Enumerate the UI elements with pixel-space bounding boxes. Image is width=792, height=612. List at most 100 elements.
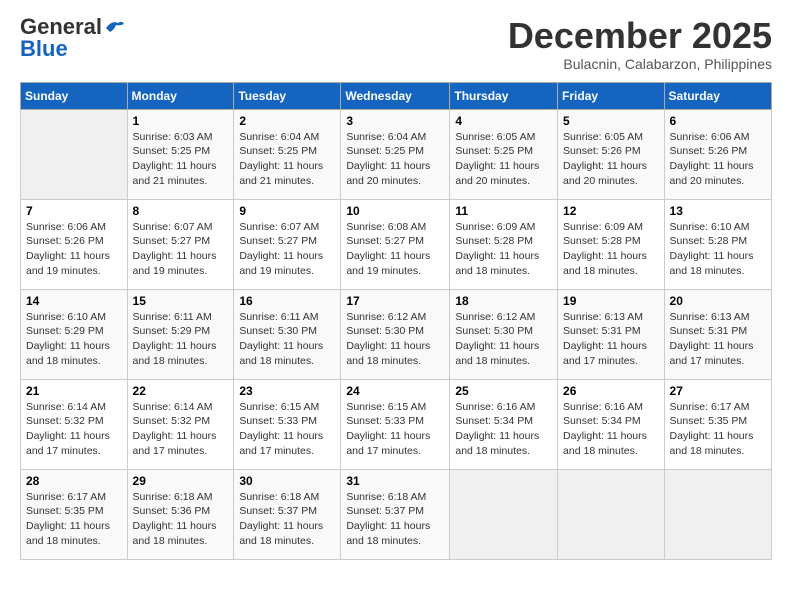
day-info: Sunrise: 6:05 AMSunset: 5:25 PMDaylight:… — [455, 130, 552, 189]
calendar-cell: 5 Sunrise: 6:05 AMSunset: 5:26 PMDaylight… — [558, 109, 665, 199]
day-number: 17 — [346, 294, 444, 308]
day-number: 21 — [26, 384, 122, 398]
day-number: 19 — [563, 294, 659, 308]
calendar-cell: 27 Sunrise: 6:17 AMSunset: 5:35 PMDayligh… — [664, 379, 771, 469]
calendar-cell: 8Sunrise: 6:07 AMSunset: 5:27 PMDaylight… — [127, 199, 234, 289]
day-number: 27 — [670, 384, 766, 398]
calendar-cell: 21 Sunrise: 6:14 AMSunset: 5:32 PMDayligh… — [21, 379, 128, 469]
day-number: 10 — [346, 204, 444, 218]
day-number: 13 — [670, 204, 766, 218]
calendar-cell: 17Sunrise: 6:12 AMSunset: 5:30 PMDayligh… — [341, 289, 450, 379]
day-number: 16 — [239, 294, 335, 308]
calendar-cell: 7Sunrise: 6:06 AMSunset: 5:26 PMDaylight… — [21, 199, 128, 289]
calendar-cell: 10 Sunrise: 6:08 AMSunset: 5:27 PMDayligh… — [341, 199, 450, 289]
day-info: Sunrise: 6:13 AMSunset: 5:31 PMDaylight:… — [670, 310, 766, 369]
weekday-header-row: SundayMondayTuesdayWednesdayThursdayFrid… — [21, 82, 772, 109]
day-number: 30 — [239, 474, 335, 488]
calendar-cell: 1Sunrise: 6:03 AMSunset: 5:25 PMDaylight… — [127, 109, 234, 199]
day-info: Sunrise: 6:12 AMSunset: 5:30 PMDaylight:… — [455, 310, 552, 369]
day-info: Sunrise: 6:14 AMSunset: 5:32 PMDaylight:… — [133, 400, 229, 459]
calendar-cell: 20 Sunrise: 6:13 AMSunset: 5:31 PMDayligh… — [664, 289, 771, 379]
weekday-header-monday: Monday — [127, 82, 234, 109]
calendar-cell: 11Sunrise: 6:09 AMSunset: 5:28 PMDayligh… — [450, 199, 558, 289]
calendar-cell: 9 Sunrise: 6:07 AMSunset: 5:27 PMDaylight… — [234, 199, 341, 289]
day-number: 23 — [239, 384, 335, 398]
day-number: 2 — [239, 114, 335, 128]
day-number: 6 — [670, 114, 766, 128]
calendar-cell: 2 Sunrise: 6:04 AMSunset: 5:25 PMDaylight… — [234, 109, 341, 199]
calendar-cell: 31Sunrise: 6:18 AMSunset: 5:37 PMDayligh… — [341, 469, 450, 559]
calendar-cell: 24Sunrise: 6:15 AMSunset: 5:33 PMDayligh… — [341, 379, 450, 469]
day-info: Sunrise: 6:15 AMSunset: 5:33 PMDaylight:… — [239, 400, 335, 459]
day-info: Sunrise: 6:13 AMSunset: 5:31 PMDaylight:… — [563, 310, 659, 369]
weekday-header-sunday: Sunday — [21, 82, 128, 109]
calendar-cell — [21, 109, 128, 199]
day-number: 28 — [26, 474, 122, 488]
calendar-cell: 25Sunrise: 6:16 AMSunset: 5:34 PMDayligh… — [450, 379, 558, 469]
day-info: Sunrise: 6:06 AMSunset: 5:26 PMDaylight:… — [670, 130, 766, 189]
day-info: Sunrise: 6:16 AMSunset: 5:34 PMDaylight:… — [563, 400, 659, 459]
day-number: 5 — [563, 114, 659, 128]
calendar-cell: 14 Sunrise: 6:10 AMSunset: 5:29 PMDayligh… — [21, 289, 128, 379]
day-info: Sunrise: 6:15 AMSunset: 5:33 PMDaylight:… — [346, 400, 444, 459]
calendar-week-row: 28 Sunrise: 6:17 AMSunset: 5:35 PMDayligh… — [21, 469, 772, 559]
weekday-header-saturday: Saturday — [664, 82, 771, 109]
calendar-cell — [664, 469, 771, 559]
day-number: 9 — [239, 204, 335, 218]
day-number: 11 — [455, 204, 552, 218]
calendar-table: SundayMondayTuesdayWednesdayThursdayFrid… — [20, 82, 772, 560]
day-info: Sunrise: 6:18 AMSunset: 5:37 PMDaylight:… — [346, 490, 444, 549]
day-number: 29 — [133, 474, 229, 488]
calendar-cell: 12Sunrise: 6:09 AMSunset: 5:28 PMDayligh… — [558, 199, 665, 289]
calendar-week-row: 21 Sunrise: 6:14 AMSunset: 5:32 PMDayligh… — [21, 379, 772, 469]
calendar-cell: 3Sunrise: 6:04 AMSunset: 5:25 PMDaylight… — [341, 109, 450, 199]
day-info: Sunrise: 6:09 AMSunset: 5:28 PMDaylight:… — [563, 220, 659, 279]
weekday-header-thursday: Thursday — [450, 82, 558, 109]
day-info: Sunrise: 6:18 AMSunset: 5:36 PMDaylight:… — [133, 490, 229, 549]
weekday-header-wednesday: Wednesday — [341, 82, 450, 109]
day-info: Sunrise: 6:05 AMSunset: 5:26 PMDaylight:… — [563, 130, 659, 189]
calendar-cell: 28 Sunrise: 6:17 AMSunset: 5:35 PMDayligh… — [21, 469, 128, 559]
calendar-week-row: 14 Sunrise: 6:10 AMSunset: 5:29 PMDayligh… — [21, 289, 772, 379]
day-info: Sunrise: 6:17 AMSunset: 5:35 PMDaylight:… — [670, 400, 766, 459]
day-info: Sunrise: 6:04 AMSunset: 5:25 PMDaylight:… — [239, 130, 335, 189]
calendar-cell: 6 Sunrise: 6:06 AMSunset: 5:26 PMDaylight… — [664, 109, 771, 199]
day-info: Sunrise: 6:10 AMSunset: 5:28 PMDaylight:… — [670, 220, 766, 279]
calendar-cell: 13 Sunrise: 6:10 AMSunset: 5:28 PMDayligh… — [664, 199, 771, 289]
day-number: 22 — [133, 384, 229, 398]
day-number: 18 — [455, 294, 552, 308]
month-title: December 2025 — [508, 16, 772, 56]
day-info: Sunrise: 6:18 AMSunset: 5:37 PMDaylight:… — [239, 490, 335, 549]
calendar-cell — [450, 469, 558, 559]
day-number: 14 — [26, 294, 122, 308]
calendar-cell: 16 Sunrise: 6:11 AMSunset: 5:30 PMDayligh… — [234, 289, 341, 379]
weekday-header-friday: Friday — [558, 82, 665, 109]
day-number: 4 — [455, 114, 552, 128]
day-number: 25 — [455, 384, 552, 398]
day-info: Sunrise: 6:04 AMSunset: 5:25 PMDaylight:… — [346, 130, 444, 189]
day-info: Sunrise: 6:08 AMSunset: 5:27 PMDaylight:… — [346, 220, 444, 279]
day-number: 20 — [670, 294, 766, 308]
logo: General Blue — [20, 16, 126, 60]
calendar-cell — [558, 469, 665, 559]
calendar-cell: 4 Sunrise: 6:05 AMSunset: 5:25 PMDaylight… — [450, 109, 558, 199]
day-number: 15 — [133, 294, 229, 308]
day-info: Sunrise: 6:07 AMSunset: 5:27 PMDaylight:… — [239, 220, 335, 279]
calendar-cell: 23 Sunrise: 6:15 AMSunset: 5:33 PMDayligh… — [234, 379, 341, 469]
day-info: Sunrise: 6:11 AMSunset: 5:30 PMDaylight:… — [239, 310, 335, 369]
day-number: 7 — [26, 204, 122, 218]
calendar-cell: 15 Sunrise: 6:11 AMSunset: 5:29 PMDayligh… — [127, 289, 234, 379]
calendar-week-row: 7Sunrise: 6:06 AMSunset: 5:26 PMDaylight… — [21, 199, 772, 289]
weekday-header-tuesday: Tuesday — [234, 82, 341, 109]
day-info: Sunrise: 6:11 AMSunset: 5:29 PMDaylight:… — [133, 310, 229, 369]
calendar-cell: 19 Sunrise: 6:13 AMSunset: 5:31 PMDayligh… — [558, 289, 665, 379]
calendar-cell: 22 Sunrise: 6:14 AMSunset: 5:32 PMDayligh… — [127, 379, 234, 469]
day-number: 8 — [133, 204, 229, 218]
calendar-cell: 26Sunrise: 6:16 AMSunset: 5:34 PMDayligh… — [558, 379, 665, 469]
day-info: Sunrise: 6:17 AMSunset: 5:35 PMDaylight:… — [26, 490, 122, 549]
day-info: Sunrise: 6:03 AMSunset: 5:25 PMDaylight:… — [133, 130, 229, 189]
page-header: General Blue December 2025 Bulacnin, Cal… — [20, 16, 772, 72]
day-info: Sunrise: 6:10 AMSunset: 5:29 PMDaylight:… — [26, 310, 122, 369]
day-info: Sunrise: 6:14 AMSunset: 5:32 PMDaylight:… — [26, 400, 122, 459]
calendar-cell: 18 Sunrise: 6:12 AMSunset: 5:30 PMDayligh… — [450, 289, 558, 379]
